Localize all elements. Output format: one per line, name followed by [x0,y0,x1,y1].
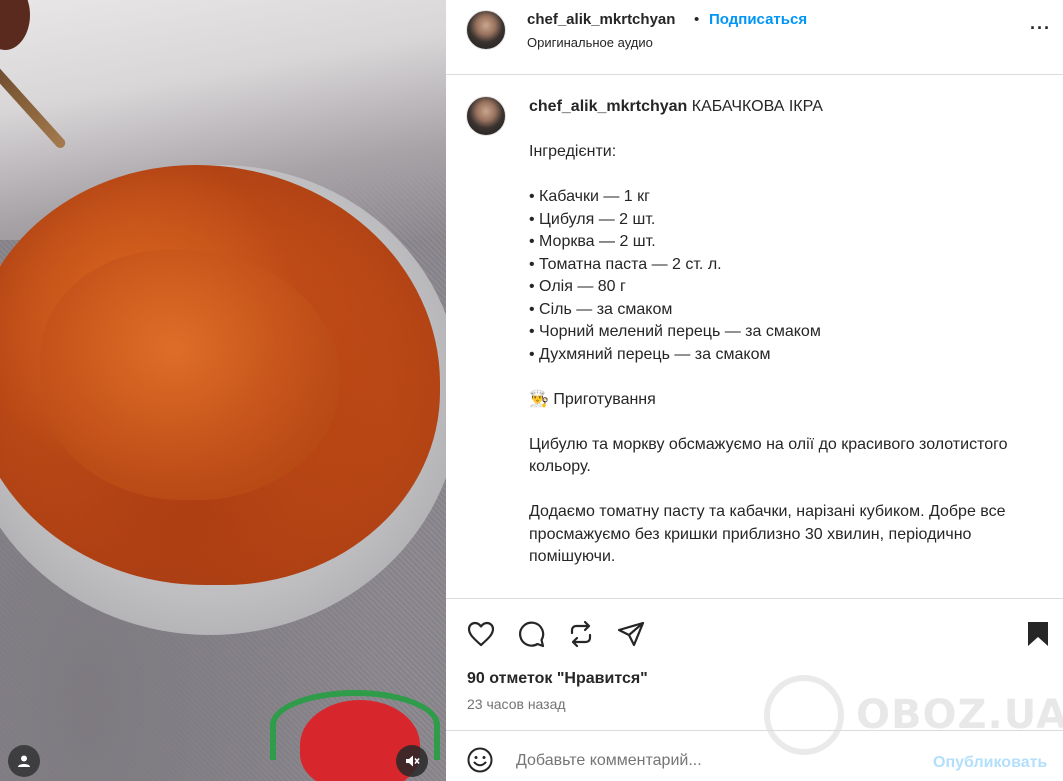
chef-emoji-icon: 👨‍🍳 [529,390,549,408]
post-panel: chef_alik_mkrtchyan • Подписаться Оригин… [446,0,1063,781]
ingredients-heading: Інгредієнти: [529,143,617,160]
tagged-user-button[interactable] [8,745,40,777]
bookmark-icon [1028,622,1048,646]
caption-title: КАБАЧКОВА ІКРА [691,98,823,115]
ingredient-item: • Томатна паста — 2 ст. л. [529,255,722,273]
caption-area: chef_alik_mkrtchyan КАБАЧКОВА ІКРА Інгре… [446,76,1063,597]
save-button[interactable] [1023,619,1053,649]
caption-text: chef_alik_mkrtchyan КАБАЧКОВА ІКРА Інгре… [529,96,1039,569]
smiley-icon [467,747,493,773]
comment-bar: Опубликовать [446,730,1063,781]
separator-dot: • [694,11,700,28]
ingredient-item: • Духмяний перець — за смаком [529,345,771,363]
ingredient-item: • Сіль — за смаком [529,300,673,318]
likes-count[interactable]: 90 отметок "Нравится" [467,670,648,688]
paper-plane-icon [617,621,645,647]
caption-author-avatar[interactable] [466,96,506,136]
audio-label[interactable]: Оригинальное аудио [527,35,653,50]
cooking-heading: Приготування [553,390,656,408]
comment-icon [519,621,545,648]
post-time[interactable]: 23 часов назад [467,696,566,712]
comment-button[interactable] [516,619,546,649]
ingredient-item: • Чорний мелений перець — за смаком [529,323,821,340]
ingredient-item: • Олія — 80 г [529,278,626,295]
more-options-icon[interactable]: ··· [1030,18,1051,39]
follow-button[interactable]: Подписаться [709,11,807,28]
repost-button[interactable] [566,619,596,649]
ingredient-item: • Цибуля — 2 шт. [529,210,656,228]
action-bar: 90 отметок "Нравится" 23 часов назад [446,598,1063,728]
emoji-button[interactable] [467,747,493,778]
mute-button[interactable] [396,745,428,777]
post-media[interactable] [0,0,446,781]
comment-input[interactable] [516,752,896,770]
author-avatar[interactable] [466,10,506,50]
cooking-step-1: Цибулю та моркву обсмажуємо на олії до к… [529,435,1008,476]
publish-button[interactable]: Опубликовать [933,754,1047,772]
ingredient-item: • Морква — 2 шт. [529,233,656,250]
like-button[interactable] [466,619,496,649]
heart-icon [467,621,495,647]
repost-icon [570,620,592,648]
post-header: chef_alik_mkrtchyan • Подписаться Оригин… [446,0,1063,75]
user-icon [18,755,30,767]
ingredient-item: • Кабачки — 1 кг [529,188,650,205]
share-button[interactable] [616,619,646,649]
caption-username[interactable]: chef_alik_mkrtchyan [529,98,687,115]
author-username[interactable]: chef_alik_mkrtchyan [527,11,675,28]
cooking-step-2: Додаємо томатну пасту та кабачки, наріза… [529,503,1006,565]
muted-speaker-icon [406,755,420,767]
